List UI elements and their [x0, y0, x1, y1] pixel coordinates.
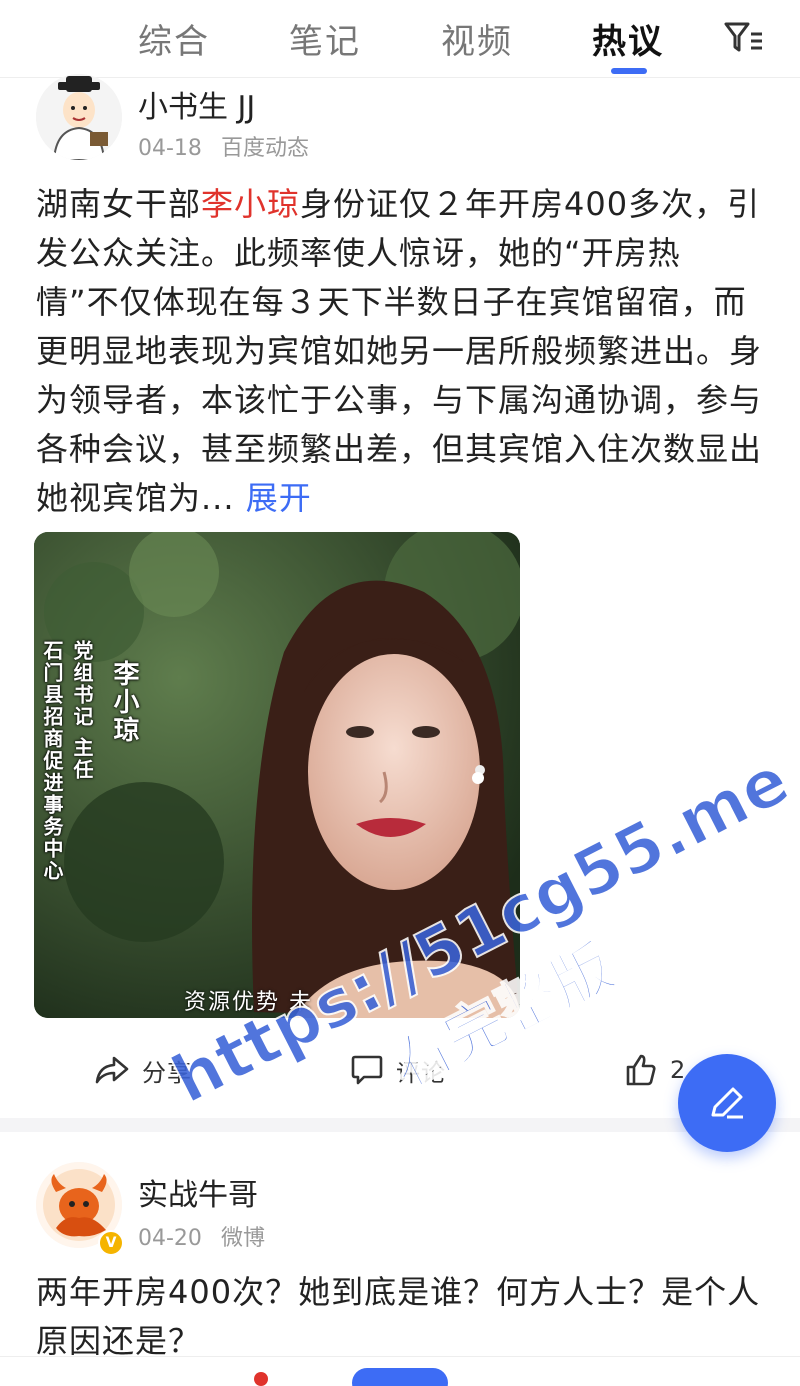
post-body[interactable]: 湖南女干部李小琼身份证仅２年开房400多次，引发公众关注。此频率使人惊讶，她的“… — [36, 180, 764, 523]
tab-videos[interactable]: 视频 — [441, 14, 513, 63]
post-date: 04-18 — [138, 136, 202, 161]
active-tab-indicator — [611, 68, 647, 74]
share-button[interactable]: 分享 — [94, 1048, 192, 1092]
tab-hot-discussion[interactable]: 热议 — [592, 14, 664, 63]
tab-notes[interactable]: 笔记 — [289, 14, 361, 63]
notification-dot — [254, 1372, 268, 1386]
share-label: 分享 — [142, 1058, 192, 1087]
filter-list-icon[interactable] — [722, 18, 766, 58]
post-text-rest: 身份证仅２年开房400多次，引发公众关注。此频率使人惊讶，她的“开房热情”不仅体… — [36, 185, 763, 517]
org-caption: 石门县招商促进事务中心 — [40, 640, 64, 882]
scholar-avatar-icon — [36, 74, 122, 160]
post-text-intro: 湖南女干部 — [36, 185, 202, 223]
highlighted-name[interactable]: 李小琼 — [201, 185, 300, 223]
expand-link[interactable]: 展开 — [246, 479, 312, 517]
post-divider — [0, 1118, 800, 1132]
post-date: 04-20 — [138, 1226, 202, 1251]
pencil-icon — [711, 1087, 743, 1119]
post-source: 微博 — [220, 1226, 265, 1251]
person-title-caption: 党组书记 主任 — [70, 640, 94, 781]
bottom-publish-button[interactable] — [352, 1368, 448, 1386]
compose-button[interactable] — [678, 1054, 776, 1152]
post-source: 百度动态 — [220, 136, 309, 161]
post-meta: 04-20 微博 — [138, 1220, 277, 1252]
post-body[interactable]: 两年开房400次？她到底是谁？何方人士？是个人原因还是？ — [36, 1268, 764, 1366]
subtitle-caption: 资源优势 未 — [184, 990, 313, 1015]
author-name[interactable]: 实战牛哥 — [138, 1170, 258, 1214]
comment-bubble-icon — [351, 1055, 383, 1085]
post-image[interactable]: 李小琼 党组书记 主任 石门县招商促进事务中心 资源优势 未 — [34, 532, 520, 1018]
comment-button[interactable]: 评论 — [350, 1048, 446, 1092]
comment-label: 评论 — [396, 1058, 446, 1087]
share-arrow-icon — [95, 1056, 129, 1084]
post-meta: 04-18 百度动态 — [138, 130, 321, 162]
person-name-caption: 李小琼 — [109, 660, 139, 744]
like-button[interactable]: 2 — [624, 1048, 686, 1092]
thumbs-up-icon — [626, 1054, 656, 1086]
top-tab-bar: 综合 笔记 视频 热议 — [0, 0, 800, 78]
portrait-photo — [34, 532, 520, 1018]
avatar[interactable] — [36, 74, 122, 160]
author-name[interactable]: 小书生 JJ — [138, 82, 255, 126]
tab-comprehensive[interactable]: 综合 — [138, 14, 210, 63]
verified-badge: V — [98, 1230, 124, 1256]
